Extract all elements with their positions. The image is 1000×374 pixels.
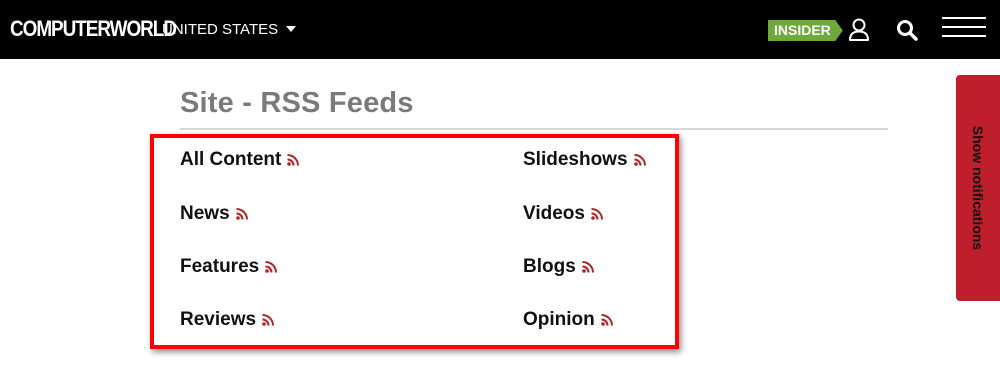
feed-link-label: Opinion xyxy=(523,309,595,330)
feed-link-label: Features xyxy=(180,256,260,277)
feed-link-slideshows[interactable]: Slideshows xyxy=(523,148,646,172)
rss-icon xyxy=(633,154,646,166)
rss-icon xyxy=(600,314,613,326)
feed-link-label: All Content xyxy=(180,149,282,170)
rss-icon xyxy=(591,208,603,220)
page-title: Site - RSS Feeds xyxy=(180,87,414,119)
rss-icon xyxy=(262,314,275,326)
feed-link-reviews[interactable]: Reviews xyxy=(180,308,275,332)
show-notifications-label: Show notifications xyxy=(970,125,986,251)
feed-link-opinion[interactable]: Opinion xyxy=(523,308,613,332)
rss-icon xyxy=(287,154,300,166)
feed-link-features[interactable]: Features xyxy=(180,255,278,279)
rss-icon xyxy=(581,261,594,273)
insider-badge[interactable]: INSIDER xyxy=(768,20,843,41)
feed-link-videos[interactable]: Videos xyxy=(523,202,603,226)
feed-link-blogs[interactable]: Blogs xyxy=(523,255,594,279)
feed-link-all-content[interactable]: All Content xyxy=(180,148,300,172)
feed-link-label: Blogs xyxy=(523,256,576,277)
site-logo[interactable]: COMPUTERWORLD xyxy=(10,15,177,43)
show-notifications-tab[interactable]: Show notifications xyxy=(956,75,1000,301)
feed-link-news[interactable]: News xyxy=(180,202,248,226)
title-divider xyxy=(180,128,888,130)
search-icon[interactable] xyxy=(895,18,919,42)
caret-down-icon xyxy=(286,26,297,32)
feed-link-label: Slideshows xyxy=(523,149,628,170)
top-navigation-bar: COMPUTERWORLD UNITED STATES INSIDER xyxy=(0,0,1000,59)
user-icon[interactable] xyxy=(848,18,870,42)
rss-icon xyxy=(235,208,248,220)
hamburger-menu-icon[interactable] xyxy=(942,17,986,39)
feed-link-label: Videos xyxy=(523,203,585,224)
feed-link-label: News xyxy=(180,203,230,224)
region-label: UNITED STATES xyxy=(162,21,279,38)
region-selector[interactable]: UNITED STATES xyxy=(162,20,297,40)
feed-link-label: Reviews xyxy=(180,309,257,330)
rss-icon xyxy=(265,261,278,273)
